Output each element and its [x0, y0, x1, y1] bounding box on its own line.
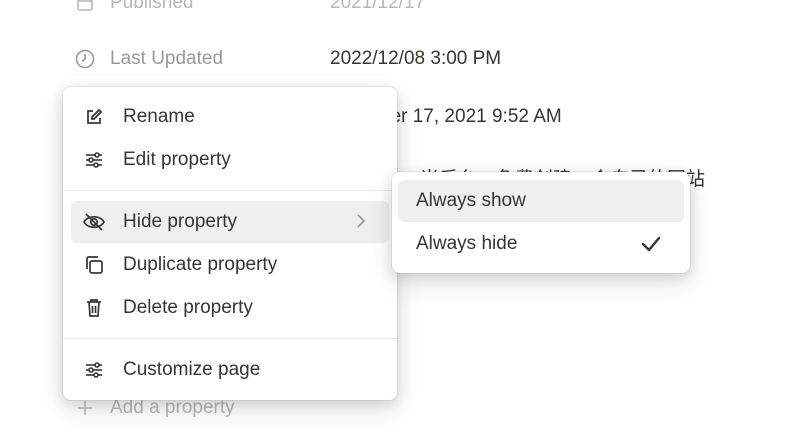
calendar-icon: [72, 0, 98, 16]
duplicate-property-label: Duplicate property: [123, 254, 278, 275]
sliders-icon: [81, 147, 107, 173]
rename-label: Rename: [123, 106, 195, 127]
property-row-last-updated[interactable]: Last Updated 2022/12/08 3:00 PM: [72, 44, 501, 74]
hide-property-label: Hide property: [123, 211, 238, 232]
duplicate-property-menu-item[interactable]: Duplicate property: [71, 244, 389, 286]
edit-property-menu-item[interactable]: Edit property: [71, 139, 389, 181]
rename-menu-item[interactable]: Rename: [71, 96, 389, 138]
hide-property-submenu: Always show Always hide: [392, 172, 690, 273]
clock-icon: [72, 46, 98, 72]
property-value-created[interactable]: ber 17, 2021 9:52 AM: [380, 106, 562, 128]
always-hide-menu-item[interactable]: Always hide: [398, 223, 684, 265]
customize-page-menu-item[interactable]: Customize page: [71, 349, 389, 391]
always-show-menu-item[interactable]: Always show: [398, 180, 684, 222]
duplicate-icon: [81, 252, 107, 278]
menu-divider: [63, 338, 397, 339]
property-label-last-updated: Last Updated: [110, 48, 224, 69]
checkmark-icon: [640, 235, 662, 259]
property-value-published[interactable]: 2021/12/17: [330, 0, 425, 14]
property-context-menu: Rename Edit property Hide property Dupli…: [63, 87, 397, 400]
menu-divider: [63, 190, 397, 191]
property-label-published: Published: [110, 0, 194, 13]
property-row-published[interactable]: Published 2021/12/17: [72, 0, 425, 18]
property-value-last-updated[interactable]: 2022/12/08 3:00 PM: [330, 48, 501, 70]
delete-property-label: Delete property: [123, 297, 253, 318]
add-property-label: Add a property: [110, 397, 235, 418]
delete-property-menu-item[interactable]: Delete property: [71, 287, 389, 329]
sliders-icon: [81, 357, 107, 383]
edit-icon: [81, 104, 107, 130]
hide-property-menu-item[interactable]: Hide property: [71, 201, 389, 243]
edit-property-label: Edit property: [123, 149, 231, 170]
chevron-right-icon: [355, 213, 367, 235]
trash-icon: [81, 295, 107, 321]
always-show-label: Always show: [416, 190, 526, 211]
eye-slash-icon: [81, 209, 107, 235]
customize-page-label: Customize page: [123, 359, 261, 380]
always-hide-label: Always hide: [416, 233, 518, 254]
